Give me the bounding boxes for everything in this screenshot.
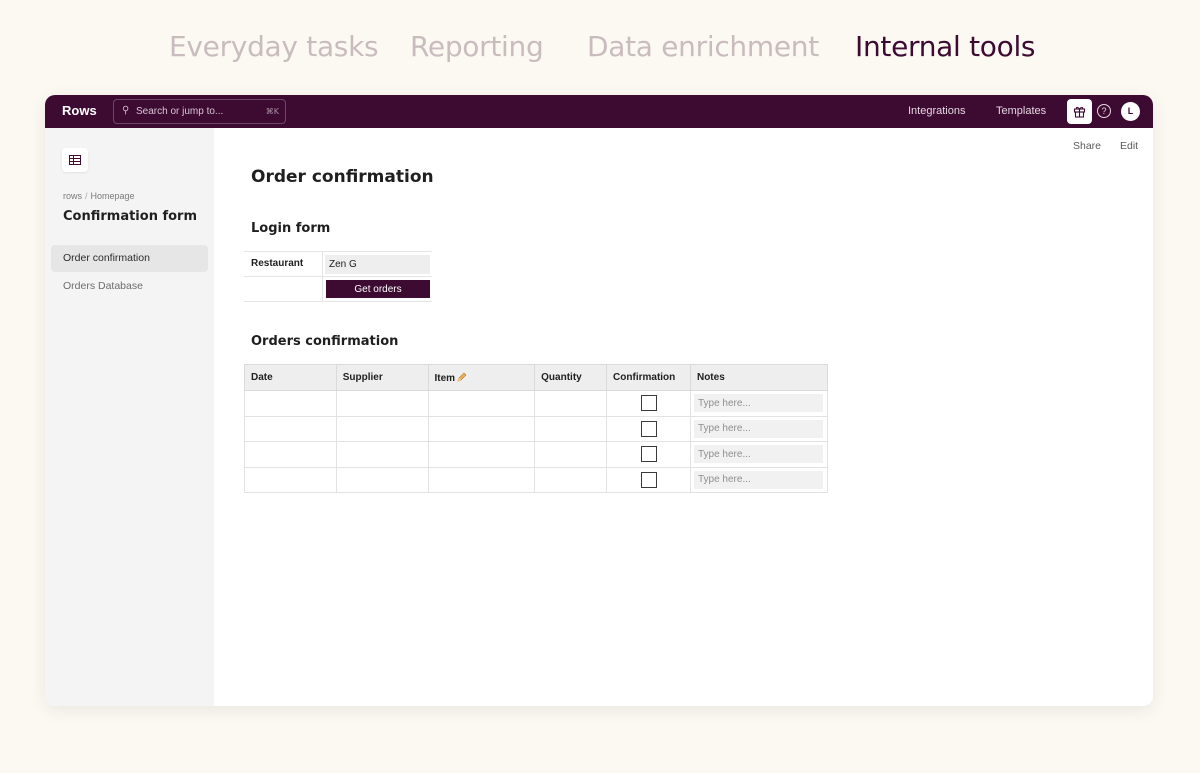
column-header-item[interactable]: Item <box>427 364 536 391</box>
confirmation-cell <box>606 390 691 417</box>
main-content: Share Edit Order confirmation Login form… <box>214 128 1153 706</box>
divider <box>244 301 432 302</box>
notes-input[interactable] <box>693 470 823 489</box>
confirmation-checkbox[interactable] <box>640 395 657 412</box>
notes-cell <box>689 390 829 417</box>
hero-tabs: Everyday tasks Reporting Data enrichment… <box>0 30 1200 70</box>
restaurant-input[interactable] <box>325 255 430 274</box>
table-row <box>244 441 829 468</box>
get-orders-button[interactable]: Get orders <box>326 280 430 298</box>
column-header-item-label: Item <box>434 372 456 384</box>
date-cell[interactable] <box>244 415 337 442</box>
sidebar: rows / Homepage Confirmation form Order co… <box>45 128 214 706</box>
quantity-cell[interactable] <box>534 390 608 417</box>
notes-cell <box>689 415 829 442</box>
search-placeholder: Search or jump to... <box>136 106 224 117</box>
column-header-quantity[interactable]: Quantity <box>534 364 608 391</box>
item-cell[interactable] <box>427 466 536 493</box>
orders-confirmation-title: Orders confirmation <box>251 334 399 349</box>
sidebar-title: Confirmation form <box>63 209 198 224</box>
search-box[interactable]: ⚲ Search or jump to... ⌘K <box>113 99 286 124</box>
date-cell[interactable] <box>244 466 337 493</box>
divider <box>244 276 432 277</box>
divider <box>244 251 432 252</box>
supplier-cell[interactable] <box>335 415 429 442</box>
help-icon[interactable]: ? <box>1097 104 1111 118</box>
page-title: Order confirmation <box>251 167 434 187</box>
supplier-cell[interactable] <box>335 390 429 417</box>
breadcrumb-homepage[interactable]: Homepage <box>91 191 135 201</box>
confirmation-checkbox[interactable] <box>640 446 657 463</box>
gift-icon[interactable] <box>1067 99 1092 124</box>
integrations-link[interactable]: Integrations <box>908 105 965 117</box>
edit-button[interactable]: Edit <box>1120 140 1138 152</box>
app-window: Rows ⚲ Search or jump to... ⌘K Integrati… <box>45 95 1153 706</box>
table-icon[interactable] <box>62 148 88 172</box>
date-cell[interactable] <box>244 441 337 468</box>
confirmation-checkbox[interactable] <box>640 420 657 437</box>
notes-input[interactable] <box>693 419 823 438</box>
top-bar: Rows ⚲ Search or jump to... ⌘K Integrati… <box>45 95 1153 128</box>
column-header-confirmation[interactable]: Confirmation <box>606 364 691 391</box>
templates-link[interactable]: Templates <box>996 105 1046 117</box>
breadcrumb: rows / Homepage <box>63 191 135 201</box>
hero-tab-internal-tools[interactable]: Internal tools <box>855 30 1036 63</box>
confirmation-checkbox[interactable] <box>640 471 657 488</box>
confirmation-cell <box>606 466 691 493</box>
table-header-row: Date Supplier Item Quantity Confirmation… <box>244 364 829 391</box>
login-form-title: Login form <box>251 221 331 236</box>
notes-input[interactable] <box>693 394 823 413</box>
share-button[interactable]: Share <box>1073 140 1101 152</box>
supplier-cell[interactable] <box>335 441 429 468</box>
search-shortcut: ⌘K <box>265 107 279 116</box>
item-cell[interactable] <box>427 390 536 417</box>
column-header-supplier[interactable]: Supplier <box>335 364 429 391</box>
item-cell[interactable] <box>427 441 536 468</box>
date-cell[interactable] <box>244 390 337 417</box>
orders-table: Date Supplier Item Quantity Confirmation… <box>244 364 829 493</box>
hero-tab-data-enrichment[interactable]: Data enrichment <box>587 30 819 63</box>
sidebar-item-orders-database[interactable]: Orders Database <box>51 273 208 300</box>
avatar[interactable]: L <box>1121 102 1140 121</box>
brand-logo[interactable]: Rows <box>62 103 97 118</box>
confirmation-cell <box>606 415 691 442</box>
quantity-cell[interactable] <box>534 441 608 468</box>
breadcrumb-rows[interactable]: rows <box>63 191 82 201</box>
column-header-notes[interactable]: Notes <box>689 364 829 391</box>
pencil-icon <box>457 372 467 381</box>
quantity-cell[interactable] <box>534 415 608 442</box>
login-form: Restaurant Get orders <box>244 251 432 302</box>
divider <box>322 251 323 302</box>
hero-tab-reporting[interactable]: Reporting <box>410 30 544 63</box>
item-cell[interactable] <box>427 415 536 442</box>
notes-cell <box>689 466 829 493</box>
table-row <box>244 466 829 493</box>
table-row <box>244 390 829 417</box>
restaurant-label: Restaurant <box>251 258 304 269</box>
search-icon: ⚲ <box>122 105 130 116</box>
table-row <box>244 415 829 442</box>
column-header-date[interactable]: Date <box>244 364 337 391</box>
notes-input[interactable] <box>693 445 823 464</box>
confirmation-cell <box>606 441 691 468</box>
supplier-cell[interactable] <box>335 466 429 493</box>
notes-cell <box>689 441 829 468</box>
sidebar-item-order-confirmation[interactable]: Order confirmation <box>51 245 208 272</box>
quantity-cell[interactable] <box>534 466 608 493</box>
hero-tab-everyday-tasks[interactable]: Everyday tasks <box>169 30 379 63</box>
